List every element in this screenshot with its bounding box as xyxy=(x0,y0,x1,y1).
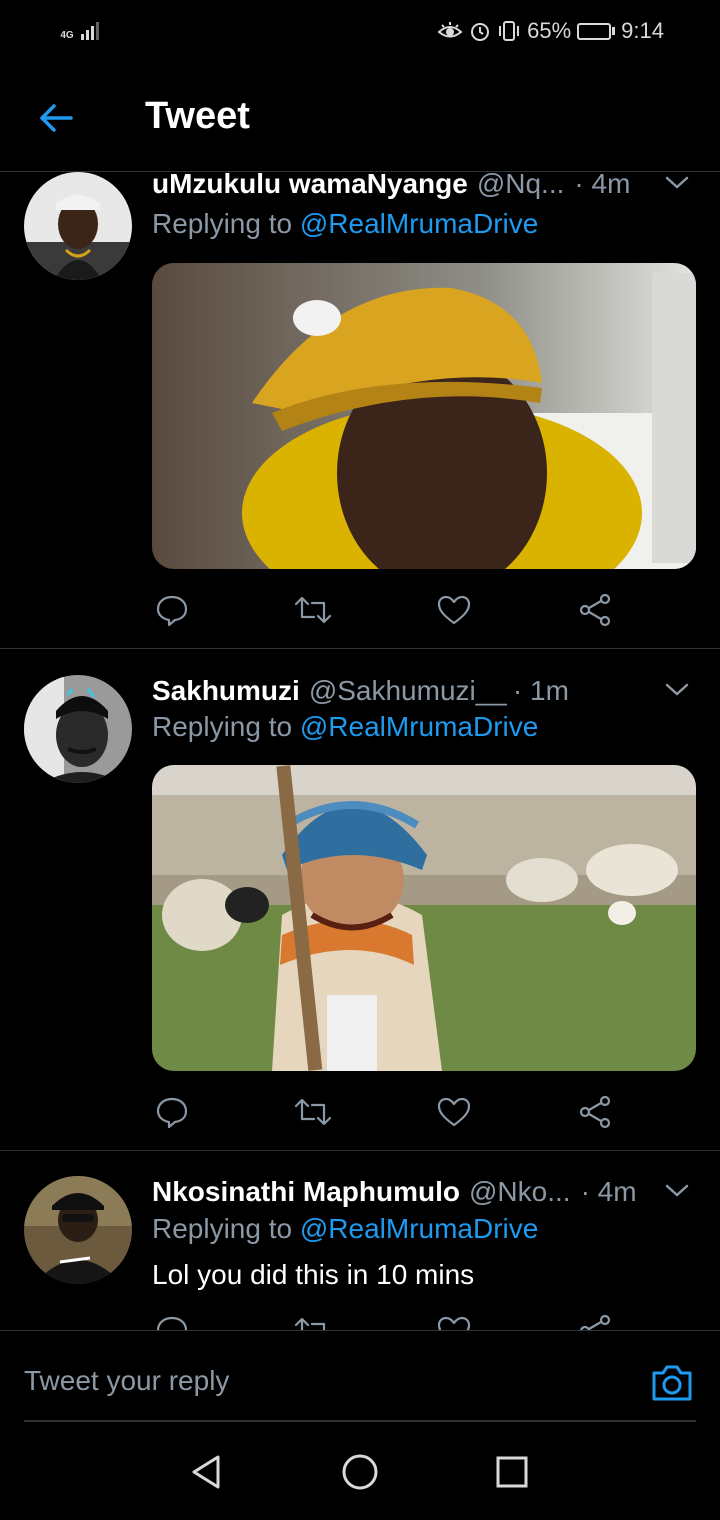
status-bar: 4G 65% 9:14 xyxy=(0,0,720,62)
system-nav-bar xyxy=(0,1422,720,1520)
author-name[interactable]: uMzukulu wamaNyange xyxy=(152,172,468,200)
signal-bar xyxy=(91,26,94,40)
battery-percent: 65% xyxy=(527,18,572,43)
network-type: 4G xyxy=(60,30,74,41)
replying-to: Replying to @RealMrumaDrive xyxy=(152,711,538,743)
tweet-item[interactable]: uMzukulu wamaNyange @Nq... · 4m Replying… xyxy=(0,172,720,649)
tweet-media[interactable] xyxy=(152,765,696,1071)
replying-prefix: Replying to xyxy=(152,1213,293,1244)
chevron-down-icon[interactable] xyxy=(662,172,692,198)
signal-bar xyxy=(96,22,99,40)
author-handle[interactable]: @Nq... xyxy=(477,172,565,200)
replying-prefix: Replying to xyxy=(152,208,293,239)
replying-prefix: Replying to xyxy=(152,711,293,742)
share-icon[interactable] xyxy=(575,590,615,630)
tweet-actions xyxy=(152,1311,622,1330)
clock: 9:14 xyxy=(621,18,664,43)
tweet-actions xyxy=(152,1092,622,1132)
nav-back-icon[interactable] xyxy=(186,1452,226,1492)
avatar[interactable] xyxy=(24,172,132,280)
reply-composer: Tweet your reply xyxy=(0,1330,720,1422)
vibrate-icon xyxy=(497,20,521,42)
tweet-actions xyxy=(152,590,622,630)
signal-indicator: 4G xyxy=(58,22,99,41)
author-handle[interactable]: @Nko... xyxy=(469,1176,571,1208)
reply-input[interactable]: Tweet your reply xyxy=(24,1365,229,1397)
arrow-left-icon xyxy=(40,104,73,132)
app-header: Tweet xyxy=(0,62,720,172)
retweet-icon[interactable] xyxy=(293,1092,333,1132)
nav-recents-icon[interactable] xyxy=(492,1452,532,1492)
nav-home-icon[interactable] xyxy=(340,1452,380,1492)
author-handle[interactable]: @Sakhumuzi__ xyxy=(309,675,507,707)
reply-icon[interactable] xyxy=(152,1092,192,1132)
mention-link[interactable]: @RealMrumaDrive xyxy=(300,711,538,742)
chevron-down-icon[interactable] xyxy=(662,1176,692,1206)
tweet-time: · 1m xyxy=(512,675,569,706)
retweet-icon[interactable] xyxy=(293,590,333,630)
like-icon[interactable] xyxy=(434,1092,474,1132)
signal-bar xyxy=(86,30,89,40)
avatar[interactable] xyxy=(24,1176,132,1284)
tweet-item[interactable]: Sakhumuzi @Sakhumuzi__ · 1m Replying to … xyxy=(0,649,720,1151)
reply-icon[interactable] xyxy=(152,590,192,630)
like-icon[interactable] xyxy=(434,590,474,630)
tweet-text: Lol you did this in 10 mins xyxy=(152,1259,475,1290)
replies-feed[interactable]: uMzukulu wamaNyange @Nq... · 4m Replying… xyxy=(0,172,720,1330)
tweet-media[interactable] xyxy=(152,263,696,569)
tweet-time: · 4m xyxy=(580,1176,637,1207)
chevron-down-icon[interactable] xyxy=(662,675,692,705)
alarm-icon xyxy=(469,20,491,42)
eye-comfort-icon xyxy=(437,20,463,42)
author-name[interactable]: Sakhumuzi xyxy=(152,675,300,707)
replying-to: Replying to @RealMrumaDrive xyxy=(152,1213,538,1245)
mention-link[interactable]: @RealMrumaDrive xyxy=(300,208,538,239)
camera-icon[interactable] xyxy=(650,1361,694,1405)
avatar[interactable] xyxy=(24,675,132,783)
replying-to: Replying to @RealMrumaDrive xyxy=(152,208,538,240)
signal-bar xyxy=(81,34,84,40)
tweet-item[interactable]: Nkosinathi Maphumulo @Nko... · 4m Replyi… xyxy=(0,1151,720,1330)
tweet-time: · 4m xyxy=(574,172,631,199)
mention-link[interactable]: @RealMrumaDrive xyxy=(300,1213,538,1244)
author-name[interactable]: Nkosinathi Maphumulo xyxy=(152,1176,460,1208)
reply-icon[interactable] xyxy=(152,1311,192,1330)
share-icon[interactable] xyxy=(575,1092,615,1132)
share-icon[interactable] xyxy=(575,1311,615,1330)
like-icon[interactable] xyxy=(434,1311,474,1330)
page-title: Tweet xyxy=(145,95,250,137)
retweet-icon[interactable] xyxy=(293,1311,333,1330)
battery-icon xyxy=(577,22,616,40)
back-button[interactable] xyxy=(34,96,78,140)
